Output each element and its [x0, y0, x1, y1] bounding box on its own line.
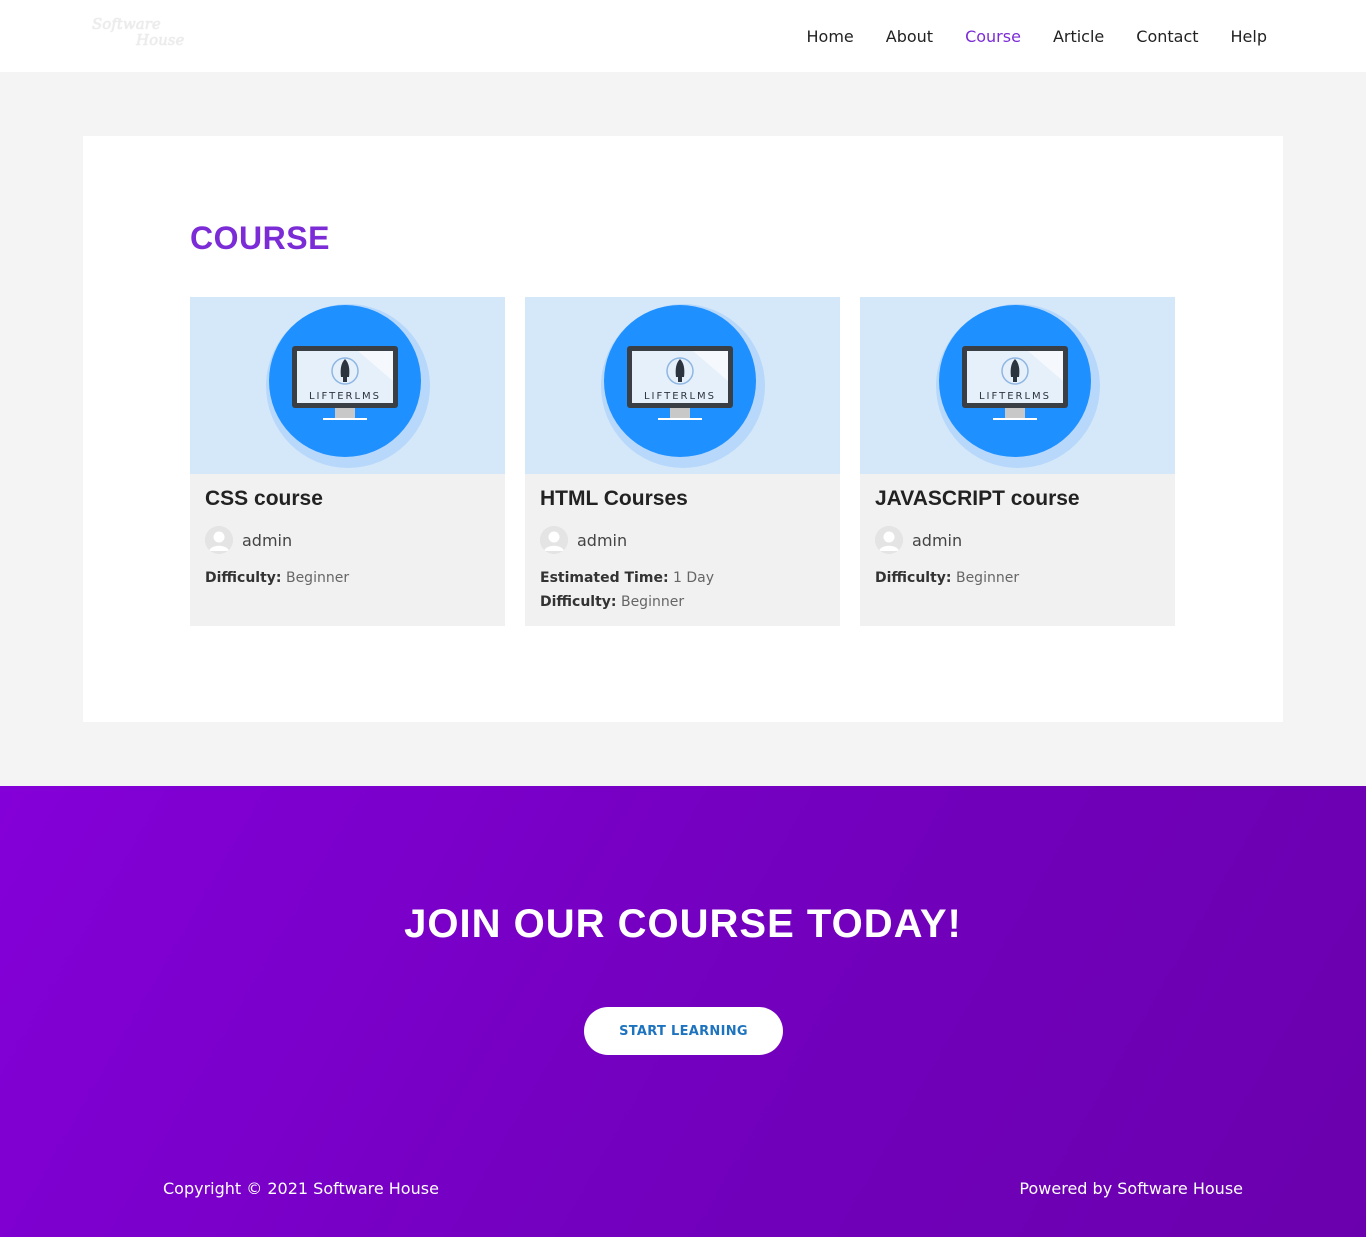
avatar: [875, 526, 903, 554]
course-meta: Difficulty: Beginner: [205, 566, 490, 590]
content-box: COURSE LIFTERLMS CSS course admin Diffic…: [83, 136, 1283, 722]
course-card-html[interactable]: LIFTERLMS HTML Courses admin Estimated T…: [525, 297, 840, 626]
nav-home[interactable]: Home: [807, 27, 854, 46]
nav-about[interactable]: About: [886, 27, 933, 46]
course-title[interactable]: HTML Courses: [540, 486, 825, 512]
meta-estimated-time: Estimated Time: 1 Day: [540, 570, 715, 586]
nav-article[interactable]: Article: [1053, 27, 1104, 46]
course-card-css[interactable]: LIFTERLMS CSS course admin Difficulty: B…: [190, 297, 505, 626]
user-icon: [540, 526, 568, 554]
meta-difficulty: Difficulty: Beginner: [875, 570, 1020, 586]
author-name[interactable]: admin: [912, 531, 962, 550]
meta-difficulty: Difficulty: Beginner: [205, 570, 350, 586]
site-header: Software House Home About Course Article…: [0, 0, 1366, 72]
main-nav: Home About Course Article Contact Help: [807, 0, 1267, 72]
course-thumbnail[interactable]: LIFTERLMS: [860, 297, 1175, 474]
site-logo[interactable]: Software House: [92, 16, 202, 56]
course-author: admin: [875, 526, 1160, 554]
user-icon: [875, 526, 903, 554]
course-meta: Estimated Time: 1 Day Difficulty: Beginn…: [540, 566, 825, 614]
brand-label: LIFTERLMS: [643, 391, 715, 402]
user-icon: [205, 526, 233, 554]
course-thumbnail[interactable]: LIFTERLMS: [525, 297, 840, 474]
author-name[interactable]: admin: [242, 531, 292, 550]
footer-copyright: Copyright © 2021 Software House: [163, 1179, 439, 1198]
nav-contact[interactable]: Contact: [1136, 27, 1198, 46]
brand-label: LIFTERLMS: [308, 391, 380, 402]
meta-difficulty: Difficulty: Beginner: [540, 594, 685, 610]
course-title[interactable]: CSS course: [205, 486, 490, 512]
lms-monitor-icon: LIFTERLMS: [600, 303, 765, 468]
nav-help[interactable]: Help: [1231, 27, 1267, 46]
start-learning-button[interactable]: START LEARNING: [584, 1007, 783, 1055]
avatar: [205, 526, 233, 554]
avatar: [540, 526, 568, 554]
course-grid: LIFTERLMS CSS course admin Difficulty: B…: [190, 297, 1175, 626]
course-author: admin: [205, 526, 490, 554]
lms-monitor-icon: LIFTERLMS: [265, 303, 430, 468]
course-meta: Difficulty: Beginner: [875, 566, 1160, 590]
logo-text-line2: House: [136, 31, 185, 49]
author-name[interactable]: admin: [577, 531, 627, 550]
lms-monitor-icon: LIFTERLMS: [935, 303, 1100, 468]
course-title[interactable]: JAVASCRIPT course: [875, 486, 1160, 512]
logo-text-line1: Software: [92, 15, 161, 33]
footer-powered-by: Powered by Software House: [1019, 1179, 1243, 1198]
course-card-javascript[interactable]: LIFTERLMS JAVASCRIPT course admin Diffic…: [860, 297, 1175, 626]
page-title: COURSE: [190, 220, 330, 256]
nav-course[interactable]: Course: [965, 27, 1021, 46]
cta-heading: JOIN OUR COURSE TODAY!: [404, 902, 962, 946]
brand-label: LIFTERLMS: [978, 391, 1050, 402]
cta-section: JOIN OUR COURSE TODAY! START LEARNING Co…: [0, 786, 1366, 1237]
course-author: admin: [540, 526, 825, 554]
course-thumbnail[interactable]: LIFTERLMS: [190, 297, 505, 474]
